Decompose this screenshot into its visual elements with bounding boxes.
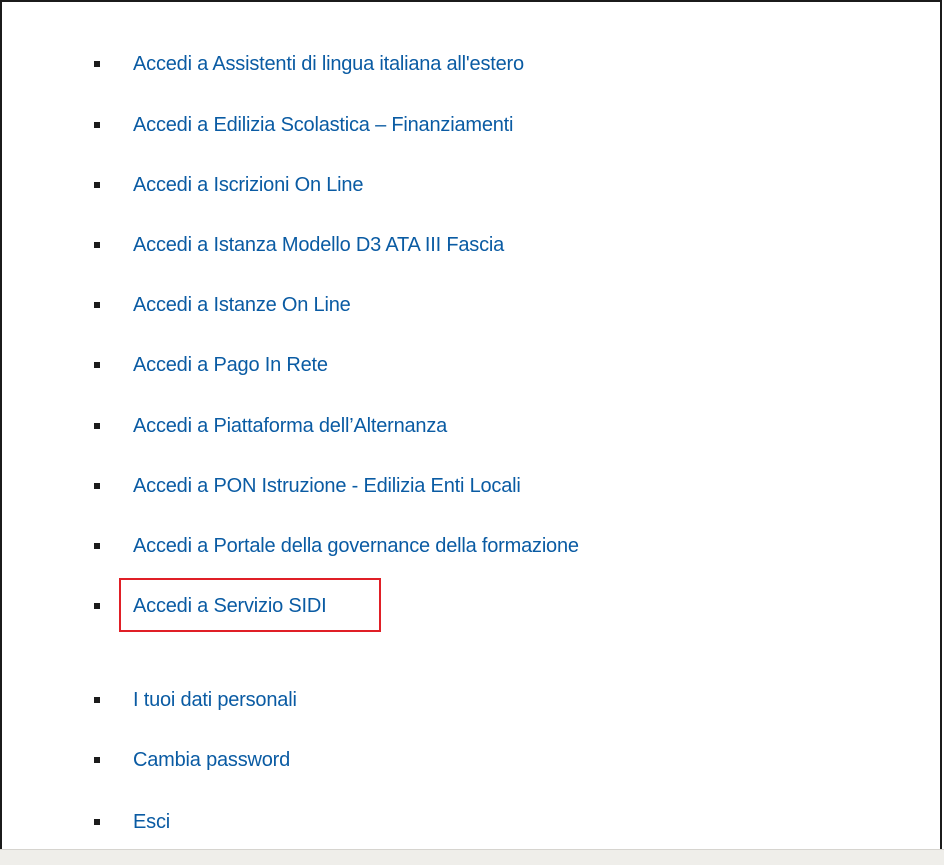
list-item-esci: Esci <box>2 807 702 837</box>
link-pon-istruzione[interactable]: Accedi a PON Istruzione - Edilizia Enti … <box>133 471 521 501</box>
link-pago-in-rete[interactable]: Accedi a Pago In Rete <box>133 350 328 380</box>
bullet-icon <box>94 819 100 825</box>
list-item-pago: Accedi a Pago In Rete <box>2 350 702 380</box>
link-istanza-d3-ata[interactable]: Accedi a Istanza Modello D3 ATA III Fasc… <box>133 230 504 260</box>
link-portale-governance[interactable]: Accedi a Portale della governance della … <box>133 531 579 561</box>
bullet-icon <box>94 122 100 128</box>
list-item-edilizia: Accedi a Edilizia Scolastica – Finanziam… <box>2 110 702 140</box>
bullet-icon <box>94 603 100 609</box>
link-esci[interactable]: Esci <box>133 807 170 837</box>
bullet-icon <box>94 362 100 368</box>
link-dati-personali[interactable]: I tuoi dati personali <box>133 685 297 715</box>
list-item-istanze: Accedi a Istanze On Line <box>2 290 702 320</box>
highlight-box <box>119 578 381 632</box>
list-item-alternanza: Accedi a Piattaforma dell’Alternanza <box>2 411 702 441</box>
bullet-icon <box>94 543 100 549</box>
list-item-pon: Accedi a PON Istruzione - Edilizia Enti … <box>2 471 702 501</box>
list-item-governance: Accedi a Portale della governance della … <box>2 531 702 561</box>
list-item-dati-personali: I tuoi dati personali <box>2 685 702 715</box>
list-item-istanza-d3: Accedi a Istanza Modello D3 ATA III Fasc… <box>2 230 702 260</box>
content-panel: Accedi a Assistenti di lingua italiana a… <box>0 0 942 850</box>
bullet-icon <box>94 61 100 67</box>
link-cambia-password[interactable]: Cambia password <box>133 745 290 775</box>
link-edilizia-scolastica[interactable]: Accedi a Edilizia Scolastica – Finanziam… <box>133 110 513 140</box>
footer-strip <box>0 849 944 865</box>
link-iscrizioni-online[interactable]: Accedi a Iscrizioni On Line <box>133 170 363 200</box>
bullet-icon <box>94 423 100 429</box>
bullet-icon <box>94 182 100 188</box>
bullet-icon <box>94 757 100 763</box>
link-piattaforma-alternanza[interactable]: Accedi a Piattaforma dell’Alternanza <box>133 411 447 441</box>
link-assistenti-lingua[interactable]: Accedi a Assistenti di lingua italiana a… <box>133 49 524 79</box>
list-item-iscrizioni: Accedi a Iscrizioni On Line <box>2 170 702 200</box>
bullet-icon <box>94 242 100 248</box>
list-item-assistenti: Accedi a Assistenti di lingua italiana a… <box>2 49 702 79</box>
bullet-icon <box>94 697 100 703</box>
list-item-cambia-password: Cambia password <box>2 745 702 775</box>
link-istanze-online[interactable]: Accedi a Istanze On Line <box>133 290 351 320</box>
bullet-icon <box>94 483 100 489</box>
bullet-icon <box>94 302 100 308</box>
